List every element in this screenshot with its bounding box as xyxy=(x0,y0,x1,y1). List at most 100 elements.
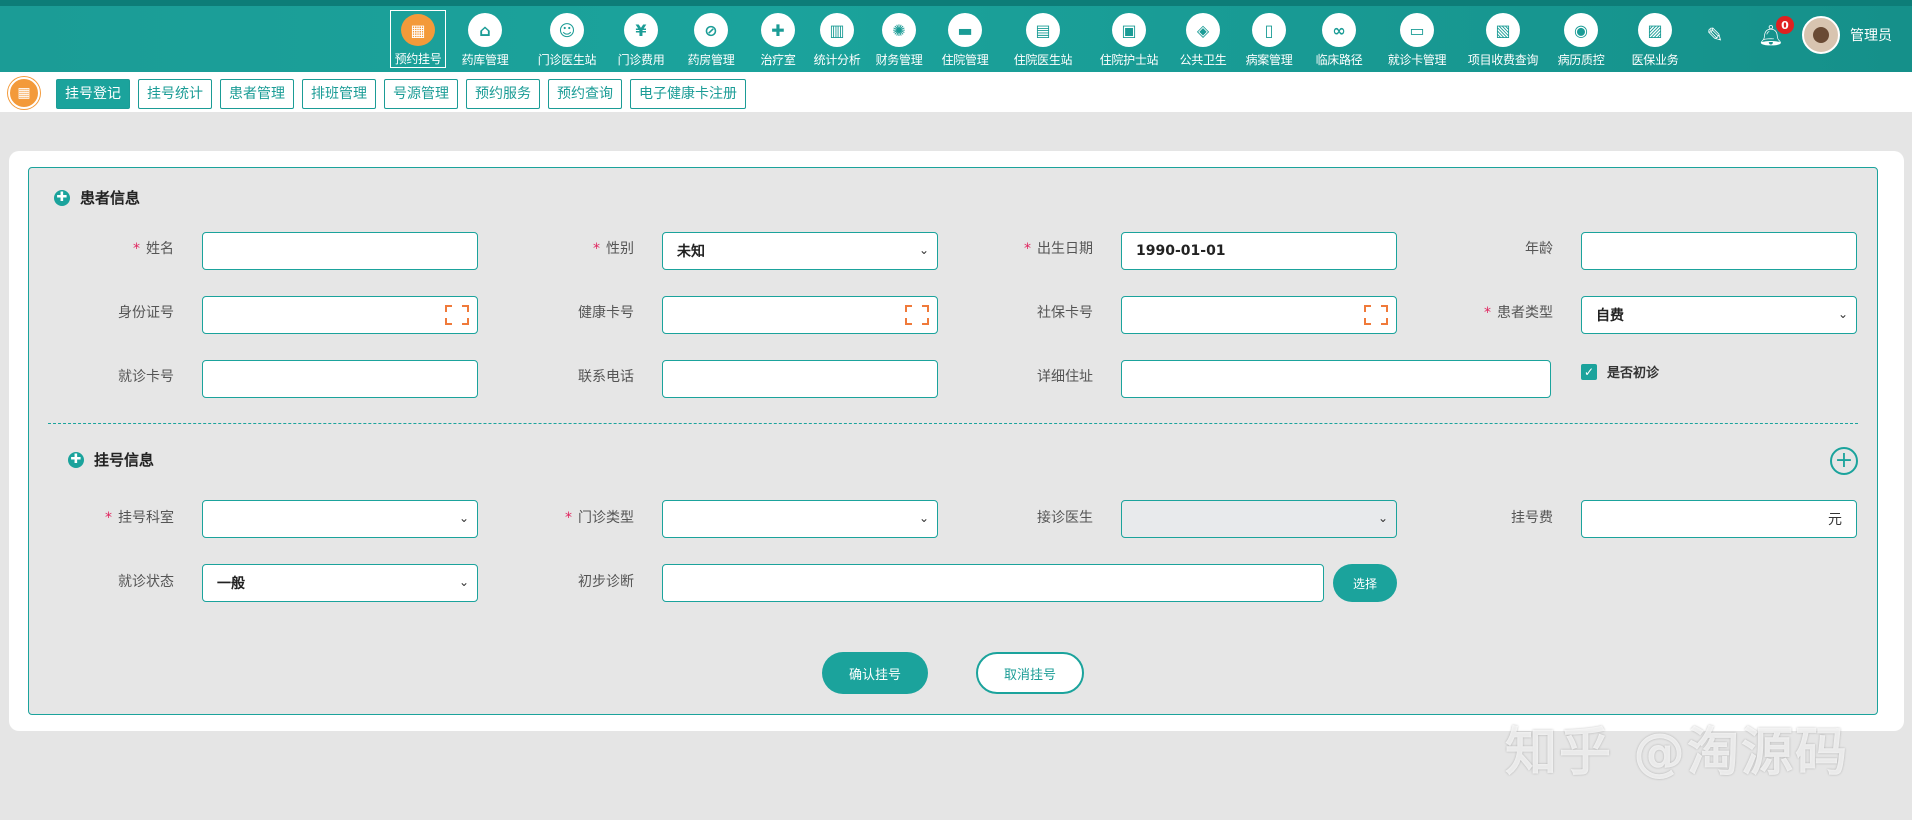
nav-item-8[interactable]: ▬ 住院管理 xyxy=(930,10,1000,68)
nav-item-label: 预约挂号 xyxy=(394,52,442,66)
nav-item-4[interactable]: ⊘ 药房管理 xyxy=(672,10,750,68)
register-section-title: ✚ 挂号信息 xyxy=(68,449,154,470)
patient-type-select[interactable]: 自费 ⌄ xyxy=(1581,296,1857,334)
module-home-icon[interactable]: ▦ xyxy=(8,77,40,109)
nav-item-11[interactable]: ◈ 公共卫生 xyxy=(1172,10,1234,68)
first-visit-label: 是否初诊 xyxy=(1607,366,1660,381)
visit-card-input[interactable] xyxy=(202,360,478,398)
nav-item-10[interactable]: ▣ 住院护士站 xyxy=(1086,10,1172,68)
nav-item-7[interactable]: ✺ 财务管理 xyxy=(868,10,930,68)
gear-money-icon: ✺ xyxy=(882,13,916,47)
nav-item-label: 门诊费用 xyxy=(617,53,665,67)
doctor-select[interactable]: ⌄ xyxy=(1121,500,1397,538)
nav-item-label: 财务管理 xyxy=(875,53,923,67)
nav-right: ✎ 🔔︎ 0 管理员 xyxy=(1700,16,1892,54)
gender-label: * 性别 xyxy=(593,241,634,257)
birth-date-input[interactable]: 1990-01-01 xyxy=(1121,232,1397,270)
diagnosis-input[interactable] xyxy=(662,564,1324,602)
age-label: 年龄 xyxy=(1525,241,1553,257)
username[interactable]: 管理员 xyxy=(1850,25,1892,45)
nav-item-15[interactable]: ▧ 项目收费查询 xyxy=(1460,10,1546,68)
nav-item-label: 项目收费查询 xyxy=(1467,53,1539,67)
tab-3[interactable]: 排班管理 xyxy=(302,79,376,109)
nav-item-9[interactable]: ▤ 住院医生站 xyxy=(1000,10,1086,68)
patient-section-label: 患者信息 xyxy=(80,189,141,207)
nav-item-3[interactable]: ¥ 门诊费用 xyxy=(610,10,672,68)
patient-section-title: ✚ 患者信息 xyxy=(54,187,140,208)
address-label: 详细住址 xyxy=(1037,369,1093,385)
name-label: * 姓名 xyxy=(133,241,174,257)
nav-item-label: 病案管理 xyxy=(1245,53,1293,67)
nav-item-label: 住院护士站 xyxy=(1099,53,1159,67)
calendar-icon: ▦ xyxy=(401,14,435,46)
case-file-icon: ▯ xyxy=(1252,13,1286,47)
social-card-input[interactable] xyxy=(1121,296,1397,334)
avatar[interactable] xyxy=(1802,16,1840,54)
checkmark-icon[interactable]: ✓ xyxy=(1581,363,1597,380)
cancel-register-button[interactable]: 取消挂号 xyxy=(976,652,1084,694)
chevron-down-icon: ⌄ xyxy=(1837,307,1848,321)
watermark: 知乎 @淘源码 xyxy=(1505,723,1850,783)
nav-item-label: 医保业务 xyxy=(1631,53,1679,67)
visit-status-select[interactable]: 一般 ⌄ xyxy=(202,564,478,602)
path-icon: ∞ xyxy=(1322,13,1356,47)
id-number-input[interactable] xyxy=(202,296,478,334)
nav-item-0[interactable]: ▦ 预约挂号 xyxy=(390,10,446,68)
nav-item-17[interactable]: ▨ 医保业务 xyxy=(1616,10,1694,68)
edit-pencil-icon[interactable]: ✎ xyxy=(1700,20,1730,50)
nav-item-1[interactable]: ⌂ 药库管理 xyxy=(446,10,524,68)
name-input[interactable] xyxy=(202,232,478,270)
nav-item-label: 药房管理 xyxy=(687,53,735,67)
tab-1[interactable]: 挂号统计 xyxy=(138,79,212,109)
tab-6[interactable]: 预约查询 xyxy=(548,79,622,109)
scan-icon[interactable] xyxy=(1364,305,1388,325)
tab-0[interactable]: 挂号登记 xyxy=(56,79,130,109)
notification-bell-icon[interactable]: 🔔︎ 0 xyxy=(1756,16,1794,50)
tab-5[interactable]: 预约服务 xyxy=(466,79,540,109)
nav-item-2[interactable]: ☺ 门诊医生站 xyxy=(524,10,610,68)
address-input[interactable] xyxy=(1121,360,1551,398)
dept-select[interactable]: ⌄ xyxy=(202,500,478,538)
nav-item-5[interactable]: ✚ 治疗室 xyxy=(750,10,806,68)
notification-badge: 0 xyxy=(1776,16,1794,34)
doctor-label: 接诊医生 xyxy=(1037,510,1093,526)
invoice-icon: ▧ xyxy=(1486,13,1520,47)
first-visit-checkbox[interactable]: ✓ 是否初诊 xyxy=(1581,362,1659,381)
clinic-type-label: * 门诊类型 xyxy=(565,510,634,526)
section-divider xyxy=(48,423,1858,424)
tab-4[interactable]: 号源管理 xyxy=(384,79,458,109)
select-diagnosis-button[interactable]: 选择 xyxy=(1333,564,1397,602)
sub-tabs: 挂号登记 挂号统计 患者管理 排班管理 号源管理 预约服务 预约查询 电子健康卡注册 xyxy=(56,79,754,109)
clinic-type-select[interactable]: ⌄ xyxy=(662,500,938,538)
nav-item-13[interactable]: ∞ 临床路径 xyxy=(1304,10,1374,68)
nav-item-12[interactable]: ▯ 病案管理 xyxy=(1234,10,1304,68)
tab-7[interactable]: 电子健康卡注册 xyxy=(630,79,746,109)
birth-label: * 出生日期 xyxy=(1024,241,1093,257)
nav-item-label: 住院管理 xyxy=(941,53,989,67)
phone-label: 联系电话 xyxy=(578,369,634,385)
nav-item-6[interactable]: ▥ 统计分析 xyxy=(806,10,868,68)
fee-label: 挂号费 xyxy=(1511,510,1553,526)
add-circle-icon[interactable]: + xyxy=(1830,447,1858,475)
gender-select[interactable]: 未知 ⌄ xyxy=(662,232,938,270)
nav-item-14[interactable]: ▭ 就诊卡管理 xyxy=(1374,10,1460,68)
nav-item-16[interactable]: ◉ 病历质控 xyxy=(1546,10,1616,68)
nav-item-label: 临床路径 xyxy=(1315,53,1363,67)
scan-icon[interactable] xyxy=(905,305,929,325)
phone-input[interactable] xyxy=(662,360,938,398)
nurse-card-icon: ▣ xyxy=(1112,13,1146,47)
sub-tab-bar: ▦ 挂号登记 挂号统计 患者管理 排班管理 号源管理 预约服务 预约查询 电子健康卡注册 xyxy=(0,72,1912,112)
health-card-input[interactable] xyxy=(662,296,938,334)
fee-input[interactable]: 元 xyxy=(1581,500,1857,538)
scan-icon[interactable] xyxy=(445,305,469,325)
confirm-register-button[interactable]: 确认挂号 xyxy=(822,652,928,694)
age-input[interactable] xyxy=(1581,232,1857,270)
nav-item-label: 统计分析 xyxy=(813,53,861,67)
yen-icon: ¥ xyxy=(624,13,658,47)
nav-item-label: 就诊卡管理 xyxy=(1387,53,1447,67)
register-section-label: 挂号信息 xyxy=(94,451,155,469)
nav-item-label: 住院医生站 xyxy=(1013,53,1073,67)
tab-2[interactable]: 患者管理 xyxy=(220,79,294,109)
top-nav: ▦ 预约挂号 ⌂ 药库管理 ☺ 门诊医生站 ¥ 门诊费用 ⊘ 药房管理 ✚ 治疗室 ▥ 统计分析 ✺ 财务管理… xyxy=(0,0,1912,72)
chevron-down-icon: ⌄ xyxy=(918,511,929,525)
